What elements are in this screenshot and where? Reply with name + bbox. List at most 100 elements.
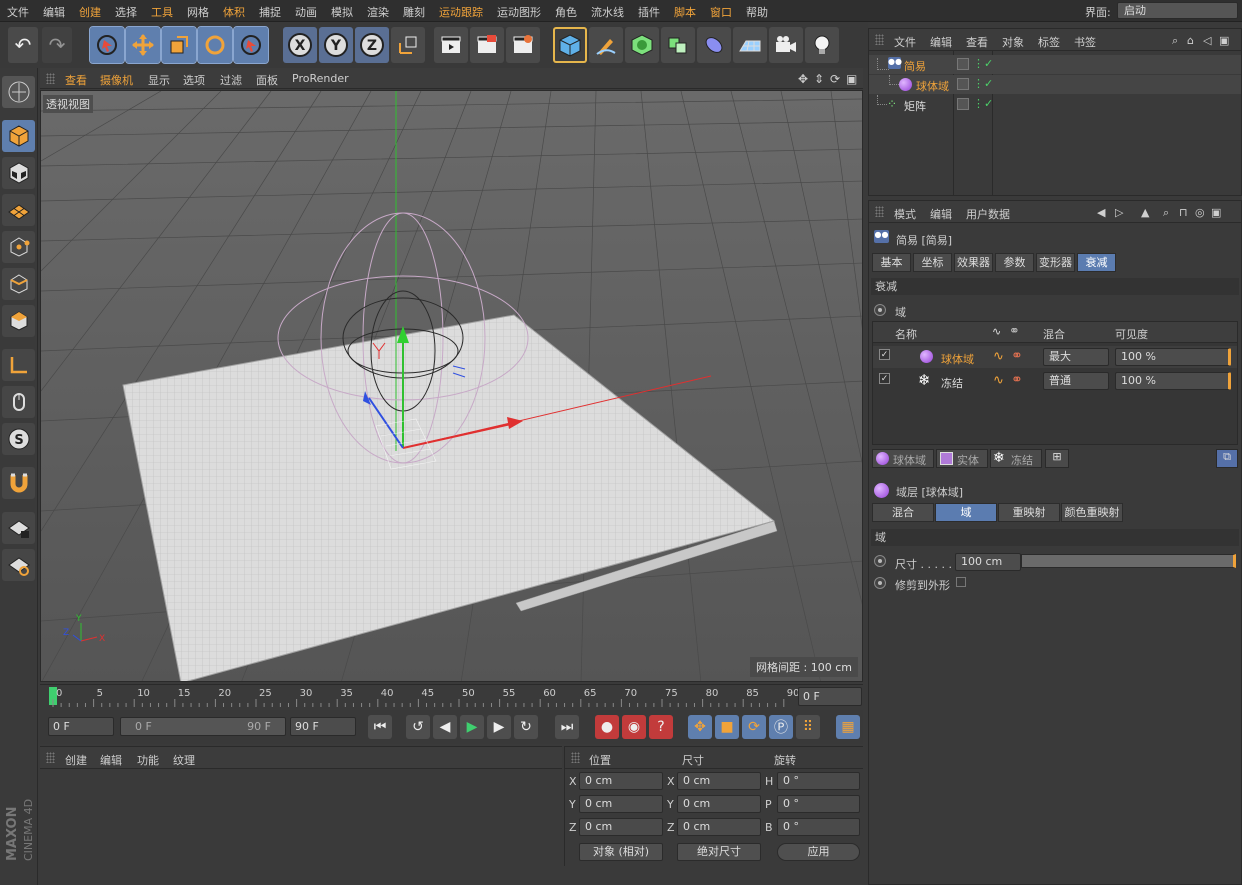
z-axis-lock-icon[interactable]: Z <box>355 27 389 63</box>
size-field[interactable]: 100 cm <box>955 553 1021 571</box>
menu-animate[interactable]: 动画 <box>295 4 317 20</box>
field-options-icon[interactable]: ⧉ <box>1216 449 1238 468</box>
add-layer-folder-icon[interactable]: ⊞ <box>1045 449 1069 468</box>
lock-icon[interactable]: ⊓ <box>1179 206 1188 219</box>
x-axis-lock-icon[interactable]: X <box>283 27 317 63</box>
end-frame-field[interactable]: 90 F <box>290 717 356 736</box>
start-frame-field[interactable]: 0 F <box>48 717 114 736</box>
menu-mograph[interactable]: 运动图形 <box>497 4 541 20</box>
pos-x-field[interactable]: 0 cm <box>579 772 663 790</box>
add-solid-button[interactable]: 实体 <box>936 449 988 468</box>
visibility-icon[interactable]: ⋮✓ <box>973 57 993 70</box>
y-axis-lock-icon[interactable]: Y <box>319 27 353 63</box>
back-icon[interactable]: ◁ <box>1203 34 1211 47</box>
axis-mode-icon[interactable] <box>2 349 35 381</box>
menu-render[interactable]: 渲染 <box>367 4 389 20</box>
viewport-menu-prorender[interactable]: ProRender <box>292 72 349 85</box>
next-frame-icon[interactable]: ▶ <box>487 715 511 739</box>
viewport-menu-options[interactable]: 选项 <box>183 72 205 88</box>
om-menu-edit[interactable]: 编辑 <box>930 34 952 50</box>
autokey-icon[interactable]: ◉ <box>622 715 646 739</box>
om-menu-tags[interactable]: 标签 <box>1038 34 1060 50</box>
field-anim-radio[interactable] <box>874 304 886 316</box>
move-icon[interactable] <box>125 26 161 64</box>
recent-tool-icon[interactable] <box>233 26 269 64</box>
am-menu-mode[interactable]: 模式 <box>894 206 916 222</box>
subdivision-icon[interactable] <box>625 27 659 63</box>
color-remap-icon[interactable]: ⚭ <box>1011 372 1023 388</box>
workplane-lock-icon[interactable] <box>2 512 35 544</box>
new-panel-icon[interactable]: ▣ <box>1211 206 1221 219</box>
go-to-start-icon[interactable]: ⏮ <box>368 715 392 739</box>
viewport-menu-display[interactable]: 显示 <box>148 72 170 88</box>
am-menu-userdata[interactable]: 用户数据 <box>966 206 1010 222</box>
rotate-view-icon[interactable]: ⟳ <box>830 72 840 86</box>
tab-coord[interactable]: 坐标 <box>913 253 952 272</box>
viewport-menu-camera[interactable]: 摄像机 <box>100 72 133 88</box>
panel-grip[interactable] <box>875 34 884 45</box>
points-mode-icon[interactable] <box>2 231 35 263</box>
coordinate-mode-select[interactable]: 对象 (相对) <box>579 843 663 861</box>
pen-spline-icon[interactable] <box>589 27 623 63</box>
menu-edit[interactable]: 编辑 <box>43 4 65 20</box>
tab-basic[interactable]: 基本 <box>872 253 911 272</box>
timeline-window-icon[interactable]: ▦ <box>836 715 860 739</box>
viewport-menu-filter[interactable]: 过滤 <box>220 72 242 88</box>
om-menu-view[interactable]: 查看 <box>966 34 988 50</box>
go-to-end-icon[interactable]: ⏭ <box>555 715 579 739</box>
menu-motion-tracking[interactable]: 运动跟踪 <box>439 4 483 20</box>
menu-select[interactable]: 选择 <box>115 4 137 20</box>
menu-pipeline[interactable]: 流水线 <box>591 4 624 20</box>
cube-object-icon[interactable] <box>553 27 587 63</box>
layer-tab-blending[interactable]: 混合 <box>872 503 934 522</box>
rotate-icon[interactable] <box>197 26 233 64</box>
om-menu-file[interactable]: 文件 <box>894 34 916 50</box>
key-position-icon[interactable]: ✥ <box>688 715 712 739</box>
forward-arrow-icon[interactable]: ▷ <box>1115 206 1123 219</box>
menu-volume[interactable]: 体积 <box>223 4 245 20</box>
add-freeze-button[interactable]: ❄ 冻结 <box>990 449 1042 468</box>
undo-icon[interactable]: ↶ <box>8 27 38 63</box>
record-keys-icon[interactable]: ● <box>595 715 619 739</box>
panel-grip[interactable] <box>46 73 55 84</box>
zoom-view-icon[interactable]: ⇕ <box>814 72 824 86</box>
om-menu-objects[interactable]: 对象 <box>1002 34 1024 50</box>
menu-file[interactable]: 文件 <box>7 4 29 20</box>
layer-tab-field[interactable]: 域 <box>935 503 997 522</box>
viewport-menu-panel[interactable]: 面板 <box>256 72 278 88</box>
back-arrow-icon[interactable]: ◀ <box>1097 206 1105 219</box>
apply-button[interactable]: 应用 <box>777 843 860 861</box>
current-frame-field[interactable]: 0 F <box>798 687 862 706</box>
menu-window[interactable]: 窗口 <box>710 4 732 20</box>
menu-snap[interactable]: 捕捉 <box>259 4 281 20</box>
size-slider[interactable] <box>1021 554 1236 568</box>
pos-z-field[interactable]: 0 cm <box>579 818 663 836</box>
live-selection-icon[interactable] <box>89 26 125 64</box>
om-menu-bookmarks[interactable]: 书签 <box>1074 34 1096 50</box>
light-icon[interactable] <box>805 27 839 63</box>
menu-help[interactable]: 帮助 <box>746 4 768 20</box>
remap-curve-icon[interactable]: ∿ <box>993 349 1004 364</box>
object-row-matrix[interactable]: ⁘ 矩阵 ⋮✓ <box>869 95 1241 114</box>
menu-sculpt[interactable]: 雕刻 <box>403 4 425 20</box>
rot-b-field[interactable]: 0 ° <box>777 818 860 836</box>
visibility-icon[interactable]: ⋮✓ <box>973 77 993 90</box>
size-anim-radio[interactable] <box>874 555 886 567</box>
next-key-icon[interactable]: ↻ <box>514 715 538 739</box>
search-icon[interactable]: ⌕ <box>1163 206 1169 220</box>
am-menu-edit[interactable]: 编辑 <box>930 206 952 222</box>
visibility-icon[interactable]: ⋮✓ <box>973 97 993 110</box>
menu-simulate[interactable]: 模拟 <box>331 4 353 20</box>
keyframe-selection-icon[interactable]: ? <box>649 715 673 739</box>
object-row-simple[interactable]: ●● 简易 ⋮✓ <box>869 55 1241 74</box>
search-icon[interactable]: ⌕ <box>1172 34 1178 48</box>
up-arrow-icon[interactable]: ▲ <box>1141 206 1149 219</box>
key-parameter-icon[interactable]: Ⓟ <box>769 715 793 739</box>
new-panel-icon[interactable]: ▣ <box>1219 34 1229 47</box>
layer-icon[interactable] <box>957 98 969 110</box>
timeline-ruler[interactable]: 0 5 10 15 20 25 30 35 40 45 50 55 60 65 70 75 80 85 90 0 F <box>40 684 863 708</box>
visibility-field[interactable]: 100 % <box>1115 372 1231 390</box>
render-settings-icon[interactable] <box>506 27 540 63</box>
render-view-icon[interactable] <box>434 27 468 63</box>
blend-mode-select[interactable]: 最大 <box>1043 348 1109 366</box>
